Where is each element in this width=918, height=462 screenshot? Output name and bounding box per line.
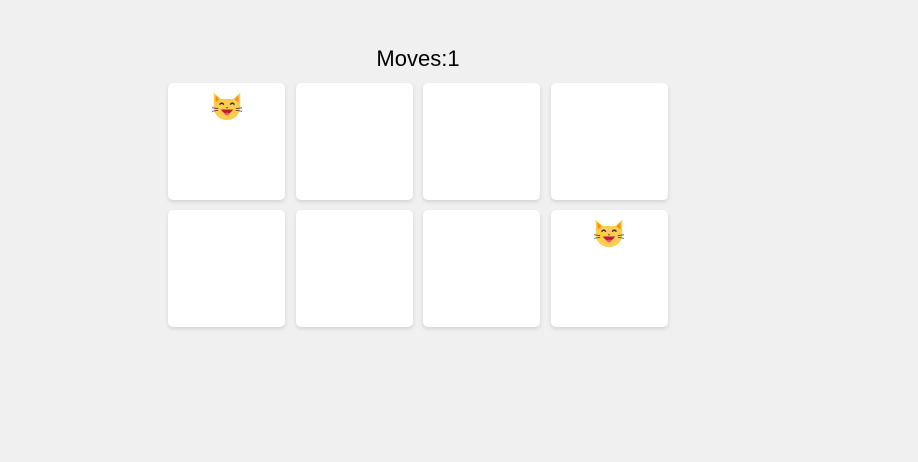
memory-card-1[interactable] [168,83,285,200]
memory-card-6[interactable] [295,210,413,327]
memory-card-8[interactable] [550,210,668,327]
memory-card-3[interactable] [423,83,540,200]
memory-card-5[interactable] [168,210,285,327]
cat-face-icon [551,218,668,248]
moves-count: 1 [447,46,460,71]
card-grid [168,83,668,327]
memory-card-4[interactable] [550,83,668,200]
cat-face-icon [168,91,285,121]
moves-label: Moves: [376,46,448,71]
memory-card-2[interactable] [295,83,413,200]
memory-card-7[interactable] [423,210,540,327]
moves-counter: Moves:1 [0,45,836,73]
